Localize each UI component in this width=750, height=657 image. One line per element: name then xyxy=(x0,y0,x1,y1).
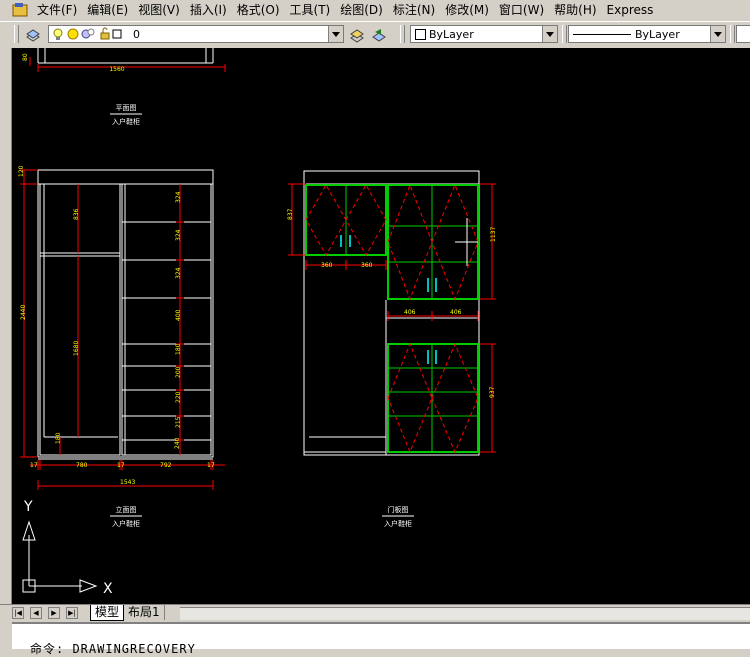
menu-help[interactable]: 帮助(H) xyxy=(549,1,601,19)
svg-text:324: 324 xyxy=(175,229,182,241)
svg-text:入户鞋柜: 入户鞋柜 xyxy=(112,519,140,528)
command-line[interactable]: 命令: DRAWINGRECOVERY xyxy=(12,622,750,656)
menu-draw[interactable]: 绘图(D) xyxy=(335,1,388,19)
svg-text:180: 180 xyxy=(55,432,62,444)
tab-layout1[interactable]: 布局1 xyxy=(124,605,165,620)
svg-text:220: 220 xyxy=(175,391,182,403)
layout-tab-bar: |◀ ◀ ▶ ▶| 模型 布局1 xyxy=(0,604,750,622)
toolbar-grip[interactable] xyxy=(14,25,19,43)
plan-title: 平面图 xyxy=(116,104,137,112)
svg-text:入户鞋柜: 入户鞋柜 xyxy=(384,519,412,528)
svg-text:200: 200 xyxy=(175,366,182,378)
svg-text:780: 780 xyxy=(76,462,88,469)
chevron-down-icon[interactable] xyxy=(710,26,725,42)
menu-edit[interactable]: 编辑(E) xyxy=(82,1,133,19)
svg-text:立面图: 立面图 xyxy=(116,505,137,514)
svg-text:120: 120 xyxy=(18,165,25,177)
svg-text:406: 406 xyxy=(404,309,416,316)
svg-text:836: 836 xyxy=(73,208,80,220)
autocad-app-icon[interactable] xyxy=(12,2,28,18)
svg-text:360: 360 xyxy=(361,262,373,269)
tab-model[interactable]: 模型 xyxy=(90,605,125,621)
menu-bar: 文件(F) 编辑(E) 视图(V) 插入(I) 格式(O) 工具(T) 绘图(D… xyxy=(0,0,750,20)
menu-file[interactable]: 文件(F) xyxy=(32,1,82,19)
menu-tools[interactable]: 工具(T) xyxy=(285,1,336,19)
svg-text:17: 17 xyxy=(30,462,38,469)
layer-previous-icon[interactable] xyxy=(370,26,388,44)
toolbar-grip[interactable] xyxy=(562,25,567,43)
svg-text:324: 324 xyxy=(175,267,182,279)
make-layer-current-icon[interactable] xyxy=(348,26,366,44)
color-value: ByLayer xyxy=(429,28,474,41)
menu-view[interactable]: 视图(V) xyxy=(133,1,185,19)
svg-text:门板图: 门板图 xyxy=(388,505,409,514)
svg-text:240: 240 xyxy=(174,437,181,449)
linetype-value: ByLayer xyxy=(635,28,680,41)
elevation-caption: 立面图 入户鞋柜 xyxy=(110,505,142,528)
color-dropdown[interactable]: ByLayer xyxy=(410,25,558,43)
menu-dimension[interactable]: 标注(N) xyxy=(388,1,440,19)
drawing-svg: 80 1560 平面图 入户鞋柜 120 2440 836 1680 180 3… xyxy=(18,48,497,597)
layer-manager-icon[interactable] xyxy=(24,26,42,44)
svg-text:406: 406 xyxy=(450,309,462,316)
chevron-down-icon[interactable] xyxy=(328,26,343,42)
svg-text:17: 17 xyxy=(117,462,125,469)
first-tab-icon[interactable]: |◀ xyxy=(12,607,24,619)
linetype-dropdown[interactable]: ByLayer xyxy=(568,25,726,43)
properties-toolbar: 0 ByLayer ByLayer xyxy=(0,21,750,49)
svg-text:1137: 1137 xyxy=(490,227,497,242)
svg-text:360: 360 xyxy=(321,262,333,269)
next-tab-icon[interactable]: ▶ xyxy=(48,607,60,619)
door-caption: 门板图 入户鞋柜 xyxy=(382,505,414,528)
layer-dropdown[interactable]: 0 xyxy=(48,25,344,43)
menu-format[interactable]: 格式(O) xyxy=(232,1,285,19)
left-dock-strip xyxy=(0,48,12,604)
plan-dim-width: 1560 xyxy=(109,66,124,73)
svg-text:17: 17 xyxy=(207,462,215,469)
layer-state-icons xyxy=(51,27,133,44)
chevron-down-icon[interactable] xyxy=(542,26,557,42)
plan-view: 80 1560 平面图 入户鞋柜 xyxy=(22,48,226,126)
svg-text:937: 937 xyxy=(489,386,496,398)
svg-text:324: 324 xyxy=(175,191,182,203)
toolbar-grip[interactable] xyxy=(400,25,405,43)
drawing-canvas[interactable]: 80 1560 平面图 入户鞋柜 120 2440 836 1680 180 3… xyxy=(12,48,750,604)
ucs-x-label: X xyxy=(103,581,113,597)
linetype-sample xyxy=(573,34,631,35)
color-swatch xyxy=(415,29,426,40)
plan-dim-left: 80 xyxy=(22,53,29,61)
menu-express[interactable]: Express xyxy=(602,1,659,19)
elevation-view xyxy=(37,169,214,460)
lineweight-dropdown[interactable] xyxy=(736,25,750,43)
menu-window[interactable]: 窗口(W) xyxy=(494,1,549,19)
ucs-y-label: Y xyxy=(23,499,33,515)
svg-text:400: 400 xyxy=(175,309,182,321)
elevation-dim-labels: 120 2440 836 1680 180 324 324 324 400 18… xyxy=(18,165,215,486)
svg-text:215: 215 xyxy=(175,416,182,428)
prev-tab-icon[interactable]: ◀ xyxy=(30,607,42,619)
svg-text:1543: 1543 xyxy=(120,479,135,486)
svg-text:1680: 1680 xyxy=(73,341,80,356)
plan-subtitle: 入户鞋柜 xyxy=(112,117,140,126)
toolbar-grip[interactable] xyxy=(730,25,735,43)
horizontal-scrollbar[interactable] xyxy=(180,607,750,620)
menu-modify[interactable]: 修改(M) xyxy=(440,1,494,19)
ucs-icon: Y X xyxy=(22,499,113,597)
svg-text:2440: 2440 xyxy=(20,305,27,320)
svg-text:837: 837 xyxy=(287,208,294,220)
last-tab-icon[interactable]: ▶| xyxy=(66,607,78,619)
menu-insert[interactable]: 插入(I) xyxy=(185,1,232,19)
layer-name: 0 xyxy=(133,28,140,41)
svg-text:180: 180 xyxy=(175,343,182,355)
svg-text:792: 792 xyxy=(160,462,172,469)
